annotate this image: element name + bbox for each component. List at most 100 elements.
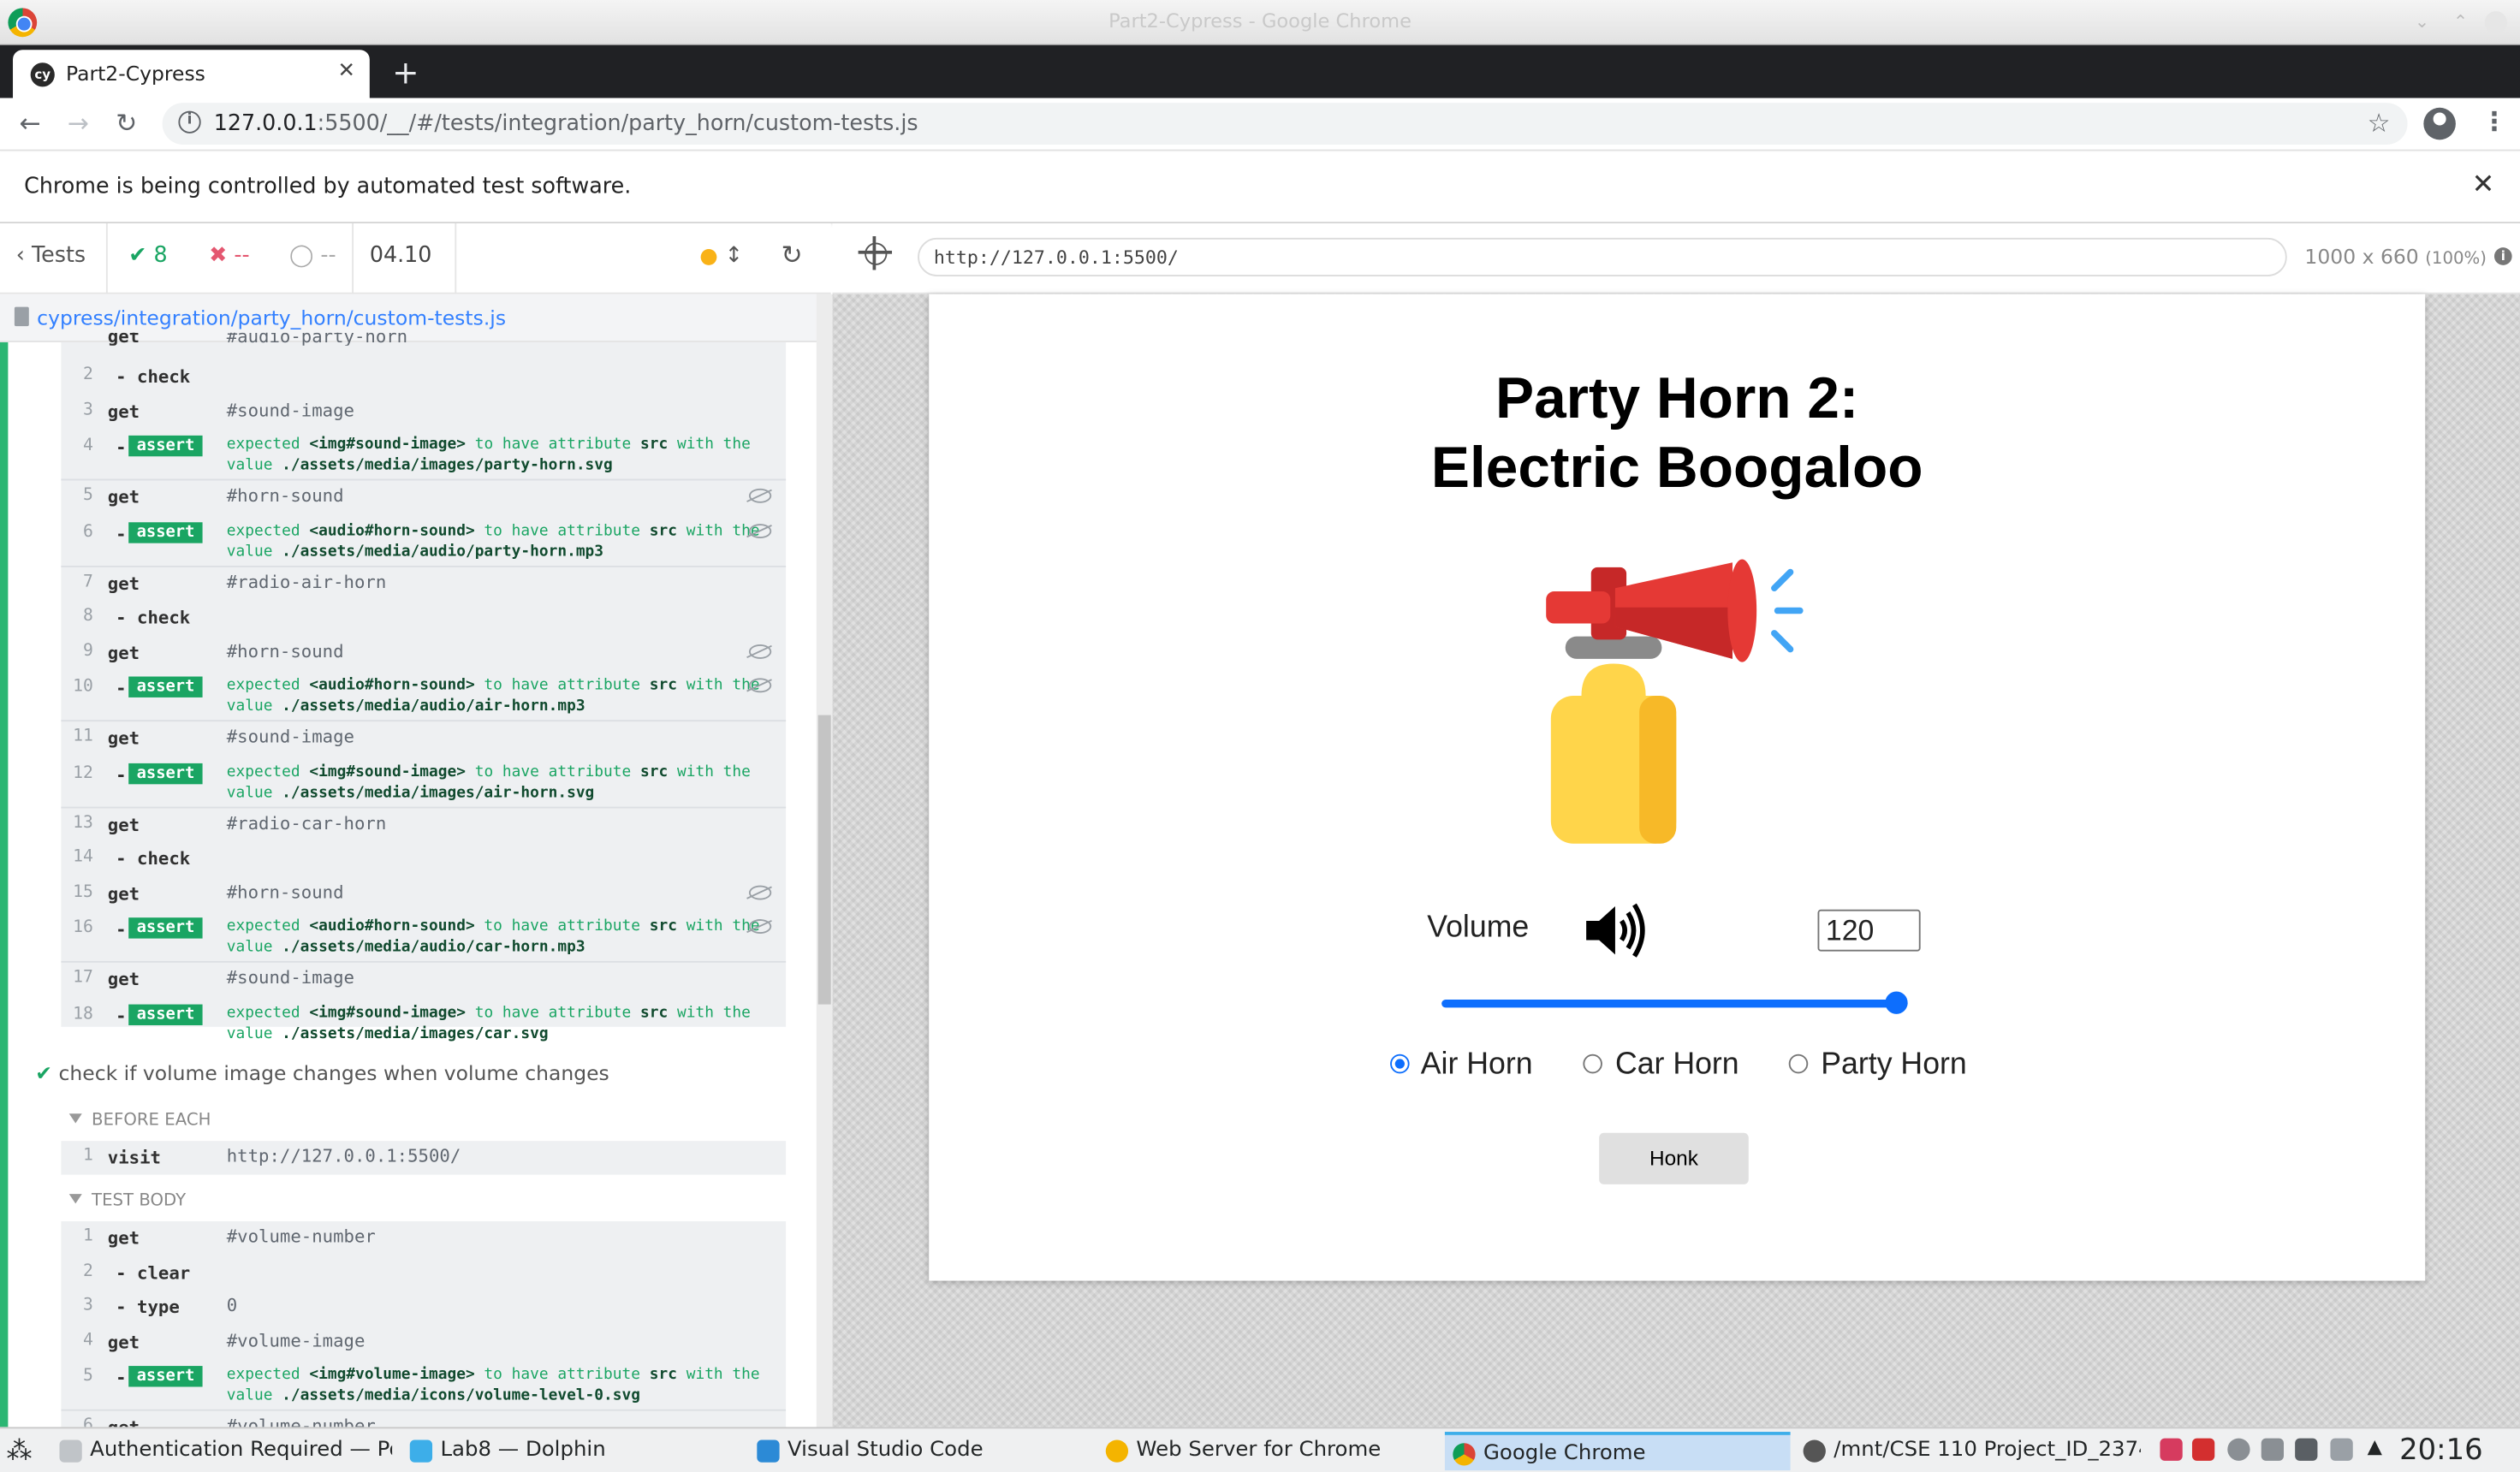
radio-air-horn[interactable] (1390, 1054, 1410, 1074)
chrome-logo-icon (8, 8, 38, 38)
command-row[interactable]: 11 get #sound-image (61, 721, 786, 756)
scrollbar-thumb[interactable] (817, 715, 831, 1005)
window-title: Part2-Cypress - Google Chrome (1108, 9, 1412, 33)
command-message: #radio-car-horn (226, 812, 387, 834)
terminal-icon (1803, 1439, 1826, 1463)
tests-back-button[interactable]: ‹ Tests (16, 243, 86, 269)
back-arrow-icon[interactable]: ← (20, 108, 41, 139)
new-tab-icon[interactable]: + (392, 53, 419, 92)
assert-command-row[interactable]: 5 - assert expected <img#volume-image> to h… (61, 1360, 786, 1408)
app-launcher-icon[interactable]: ⁂ (7, 1435, 33, 1466)
task-dolphin[interactable]: Lab8 — Dolphin (401, 1432, 739, 1470)
assert-command-row[interactable]: 10 - assert expected <audio#horn-sound> to … (61, 670, 786, 718)
maximize-icon[interactable]: ⌃ (2449, 11, 2471, 33)
slider-thumb[interactable] (1885, 991, 1908, 1014)
address-bar[interactable]: i 127.0.0.1:5500/__/#/tests/integration/… (162, 103, 2408, 145)
viewport-info-icon[interactable]: i (2493, 247, 2512, 265)
before-each-header[interactable]: BEFORE EACH (68, 1111, 211, 1130)
tray-network-icon[interactable] (2227, 1438, 2250, 1461)
command-row[interactable]: 8 - check (61, 601, 786, 635)
command-row[interactable]: 9 get #horn-sound (61, 636, 786, 670)
tray-expand-icon[interactable]: ▲ (2368, 1435, 2382, 1457)
radio-air-horn-label[interactable]: Air Horn (1421, 1048, 1533, 1083)
spec-file-link[interactable]: cypress/integration/party_horn/custom-te… (37, 306, 506, 329)
command-row[interactable]: 17 get #sound-image (61, 963, 786, 997)
bookmark-star-icon[interactable]: ☆ (2368, 108, 2391, 139)
aut-url-bar[interactable]: http://127.0.0.1:5500/ (918, 237, 2287, 276)
tray-volume-icon[interactable] (2295, 1438, 2318, 1461)
command-number: 4 (83, 435, 93, 455)
command-row[interactable]: 5 get #horn-sound (61, 480, 786, 514)
command-row[interactable]: 3 - type 0 (61, 1291, 786, 1325)
command-row[interactable]: 1 get #volume-number (61, 1221, 786, 1255)
close-tab-icon[interactable]: ✕ (337, 59, 354, 83)
forward-arrow-icon[interactable]: → (68, 108, 89, 139)
command-number: 2 (83, 1261, 93, 1280)
site-info-icon[interactable]: i (178, 110, 201, 134)
chevron-left-icon: ‹ (15, 242, 32, 269)
pass-check-icon: ✔ (35, 1060, 52, 1085)
task-authentication[interactable]: Authentication Required — Po... (51, 1432, 392, 1470)
volume-number-input[interactable]: 120 (1817, 909, 1921, 952)
autoscroll-toggle-icon[interactable]: ↕ (725, 243, 743, 269)
taskbar-clock[interactable]: 20:16 (2399, 1433, 2482, 1467)
test-title[interactable]: ✔ check if volume image changes when volu… (35, 1060, 609, 1084)
test-body-header[interactable]: TEST BODY (68, 1190, 186, 1210)
tray-clipboard-icon[interactable] (2261, 1438, 2284, 1461)
radio-party-horn[interactable] (1788, 1054, 1809, 1074)
command-row[interactable]: 6 get #volume-number (61, 1411, 786, 1427)
command-row[interactable]: 7 get #radio-air-horn (61, 567, 786, 601)
assert-command-row[interactable]: 4 - assert expected <img#sound-image> to ha… (61, 429, 786, 477)
status-dot-icon (700, 249, 717, 265)
assert-command-row[interactable]: 18 - assert expected <img#sound-image> to h… (61, 997, 786, 1045)
close-infobar-icon[interactable]: ✕ (2472, 169, 2495, 201)
infobar-message: Chrome is being controlled by automated … (24, 173, 632, 199)
command-row[interactable]: 2 - check (61, 360, 786, 395)
header-divider (105, 223, 108, 294)
radio-car-horn-label[interactable]: Car Horn (1615, 1048, 1739, 1083)
assert-badge: assert (128, 1003, 203, 1025)
radio-party-horn-label[interactable]: Party Horn (1821, 1048, 1967, 1083)
window-titlebar[interactable]: Part2-Cypress - Google Chrome (0, 0, 2520, 45)
assert-command-row[interactable]: 12 - assert expected <img#sound-image> to h… (61, 756, 786, 804)
command-row[interactable]: 14 - check (61, 842, 786, 876)
selector-playground-icon[interactable] (858, 236, 893, 270)
command-dash: - (116, 919, 127, 941)
hidden-eye-icon (748, 644, 772, 658)
command-name: get (107, 969, 140, 990)
test-title-text: check if volume image changes when volum… (58, 1060, 609, 1085)
air-horn-image-icon (1546, 559, 1804, 844)
command-row[interactable]: 2 - clear (61, 1255, 786, 1290)
command-row[interactable]: 13 get #radio-car-horn (61, 808, 786, 842)
assert-command-row[interactable]: 16 - assert expected <audio#horn-sound> to … (61, 911, 786, 959)
honk-button[interactable]: Honk (1599, 1132, 1749, 1184)
command-number: 6 (83, 1416, 93, 1427)
browser-tab[interactable]: cy Part2-Cypress ✕ (13, 50, 370, 98)
menu-kebab-icon[interactable]: ⋮ (2481, 106, 2507, 137)
assert-message: expected <img#sound-image> to have attri… (226, 435, 751, 474)
command-row[interactable]: 3 get #sound-image (61, 395, 786, 429)
address-url: 127.0.0.1:5500/__/#/tests/integration/pa… (213, 110, 918, 137)
hidden-eye-icon (748, 488, 772, 503)
task-google-chrome[interactable]: Google Chrome (1444, 1432, 1791, 1471)
task-terminal[interactable]: /mnt/CSE 110 Project_ID_2374... (1795, 1432, 2141, 1470)
task-web-server[interactable]: Web Server for Chrome (1097, 1432, 1438, 1470)
rerun-icon[interactable]: ↻ (781, 240, 802, 270)
radio-car-horn[interactable] (1583, 1054, 1602, 1074)
command-row[interactable]: 4 get #volume-image (61, 1325, 786, 1359)
tray-app-icon[interactable] (2160, 1438, 2183, 1461)
minimize-icon[interactable]: ⌄ (2410, 11, 2433, 33)
command-name: get (108, 1417, 140, 1427)
command-message: #horn-sound (226, 485, 344, 507)
tray-display-icon[interactable] (2330, 1438, 2353, 1461)
command-row[interactable]: 15 get #horn-sound (61, 876, 786, 911)
reload-icon[interactable]: ↻ (116, 108, 137, 139)
assert-command-row[interactable]: 6 - assert expected <audio#horn-sound> to h… (61, 515, 786, 563)
volume-slider[interactable] (1441, 991, 1908, 1014)
file-icon (14, 306, 29, 327)
tray-mega-icon[interactable] (2191, 1438, 2215, 1461)
close-window-icon[interactable] (2484, 11, 2507, 34)
command-row[interactable]: 1 visit http://127.0.0.1:5500/ (61, 1141, 786, 1175)
profile-avatar-icon[interactable] (2423, 107, 2456, 140)
task-vscode[interactable]: Visual Studio Code (749, 1432, 1086, 1470)
